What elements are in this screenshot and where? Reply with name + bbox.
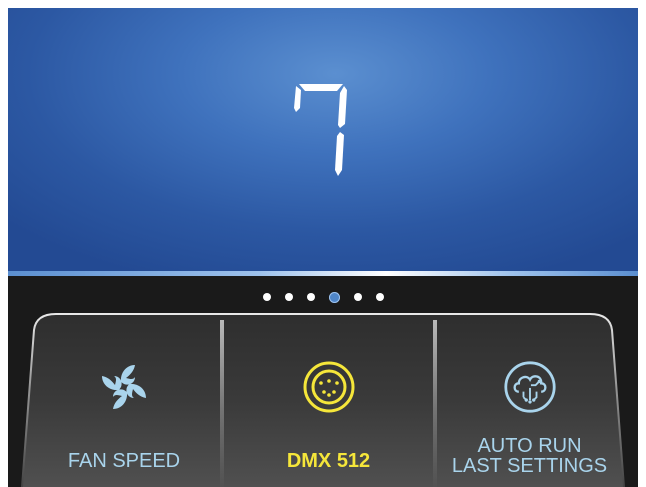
page-dot[interactable] [284, 293, 293, 301]
page-dot[interactable] [306, 293, 315, 301]
auto-run-label-line2: LAST SETTINGS [451, 455, 608, 477]
page-dot[interactable] [262, 293, 271, 301]
seven-segment-digit [294, 84, 347, 176]
dmx-512-tile[interactable]: DMX 512 [224, 316, 433, 487]
screen-edge-highlight [8, 271, 638, 276]
auto-run-tile[interactable]: AUTO RUN LAST SETTINGS [437, 316, 622, 487]
page-dot-active[interactable] [328, 291, 340, 303]
display-screen: 7 [8, 8, 638, 271]
control-device: 7 [8, 8, 638, 487]
page-indicator [8, 288, 638, 306]
fan-icon [97, 360, 151, 414]
dmx-512-label: DMX 512 [286, 450, 371, 472]
fan-speed-tile[interactable]: FAN SPEED [28, 316, 220, 487]
cloud-circuit-icon [503, 360, 557, 414]
display-readout: 7 [8, 78, 638, 188]
page-dot[interactable] [353, 293, 362, 301]
dmx-connector-icon [302, 360, 356, 414]
fan-speed-label: FAN SPEED [67, 450, 181, 472]
auto-run-label: AUTO RUN LAST SETTINGS [437, 436, 622, 476]
page-dot[interactable] [375, 293, 384, 301]
auto-run-label-line1: AUTO RUN [477, 435, 582, 457]
